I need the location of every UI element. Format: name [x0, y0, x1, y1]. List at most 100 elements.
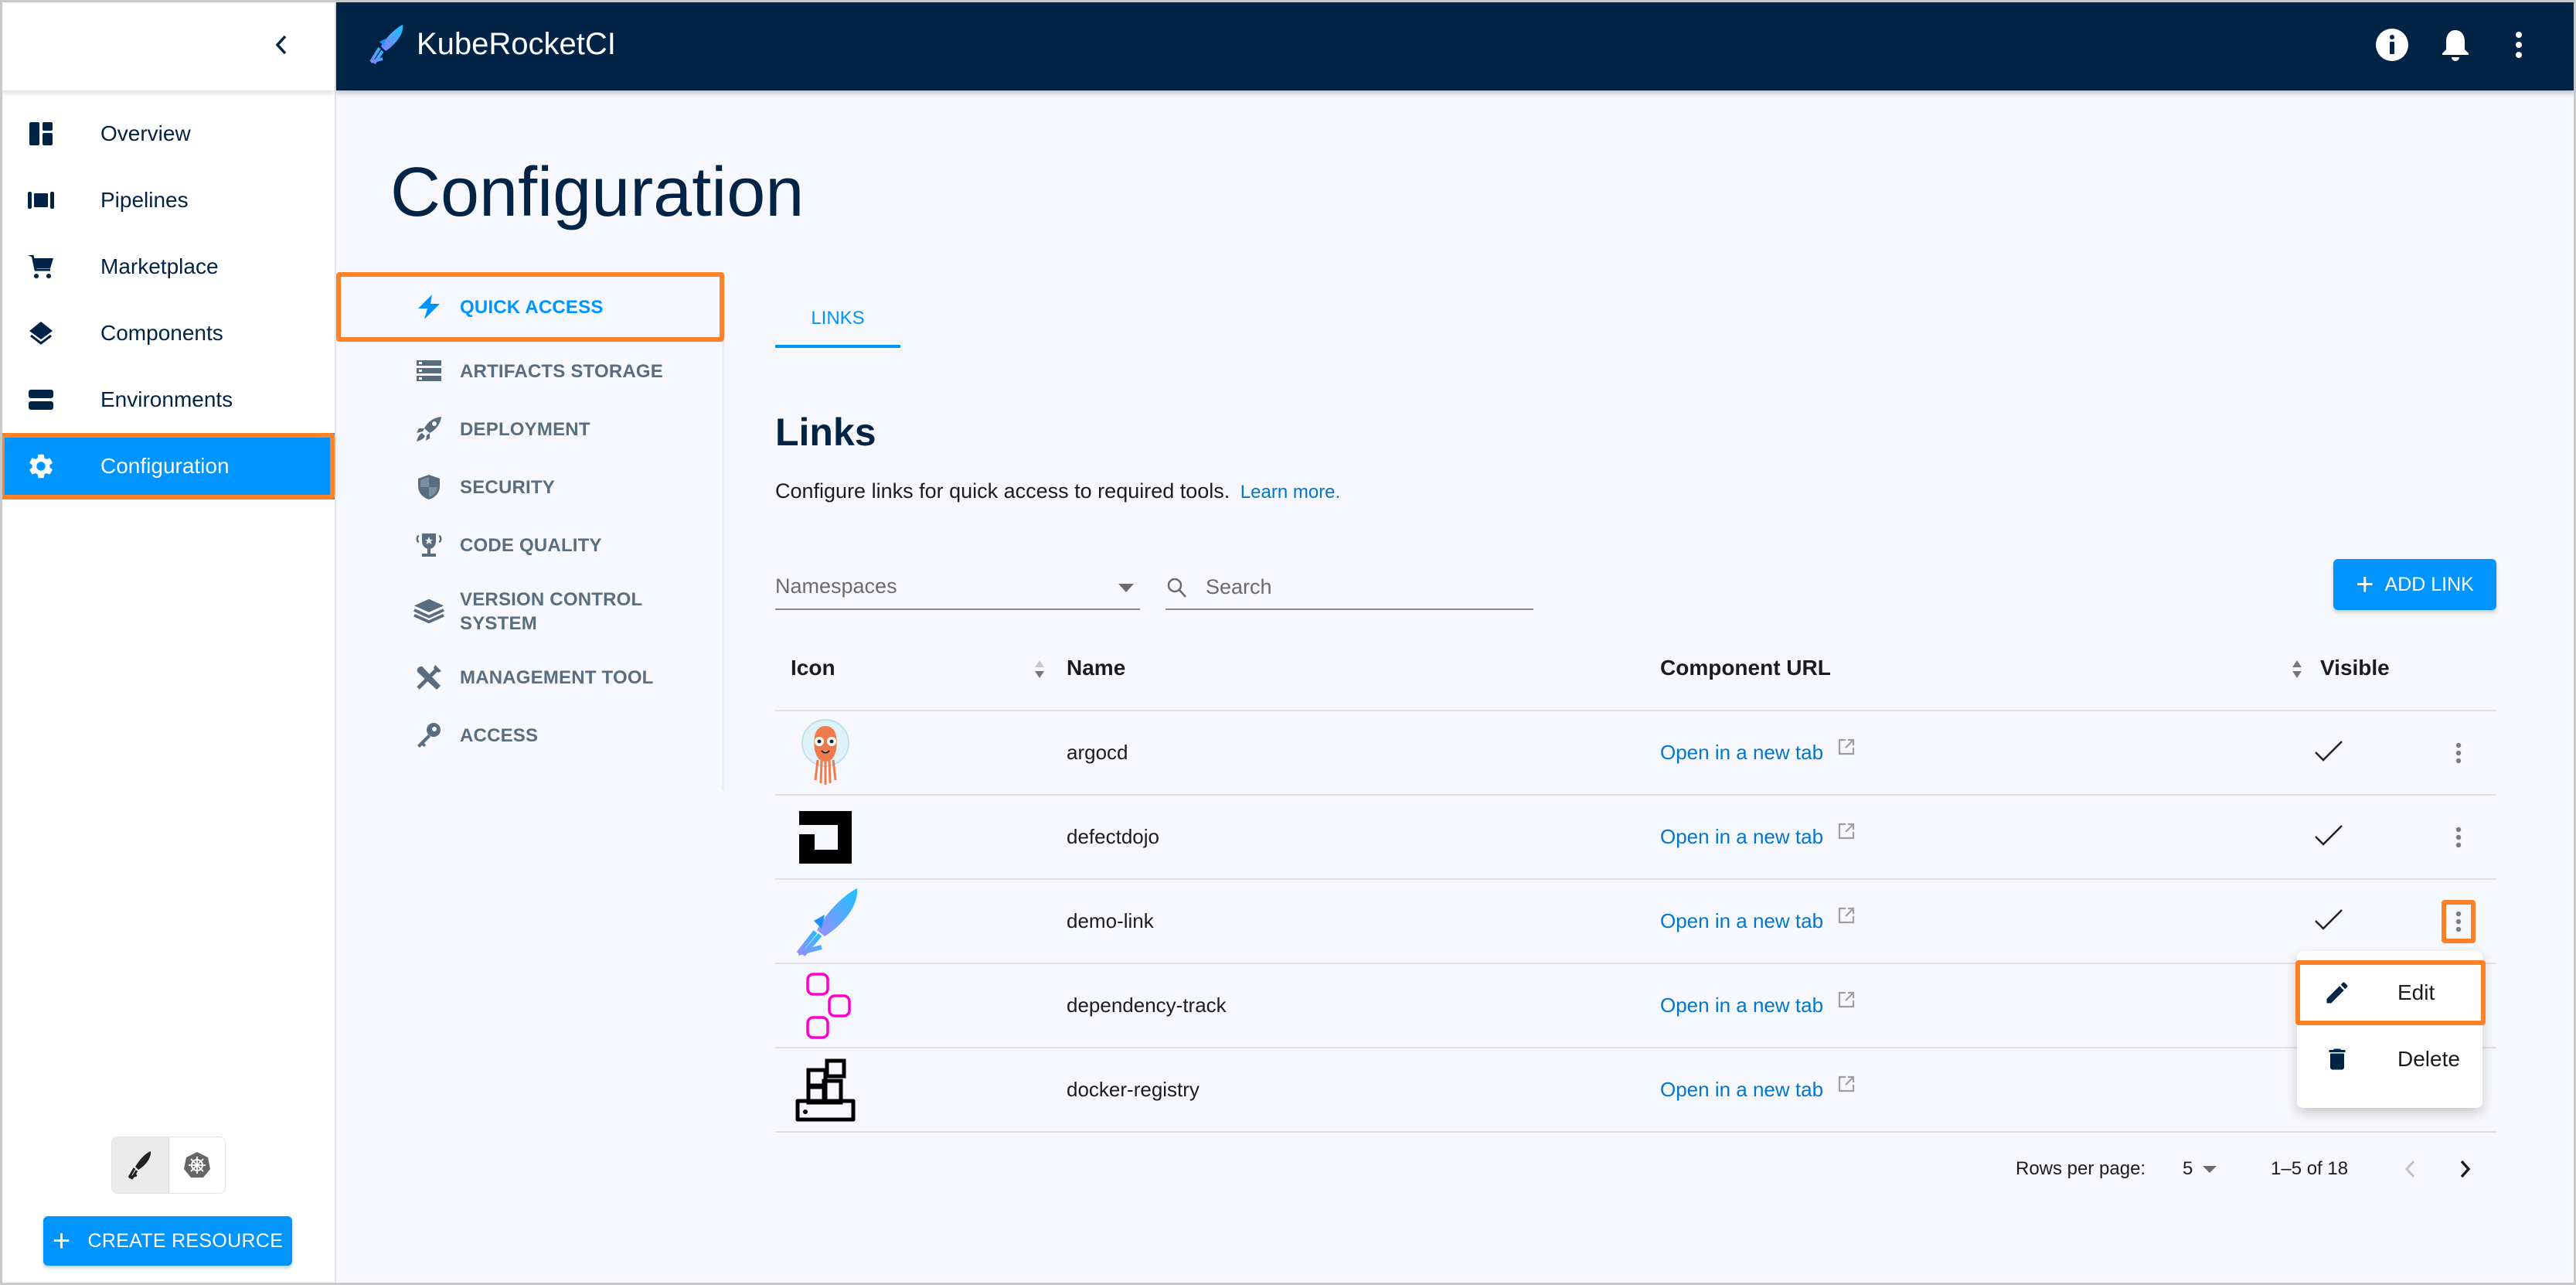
- menu-item-edit[interactable]: Edit: [2295, 960, 2486, 1025]
- config-nav-deployment[interactable]: DEPLOYMENT: [336, 406, 723, 452]
- kubernetes-mode-button[interactable]: [169, 1137, 226, 1193]
- pagination-range: 1–5 of 18: [2271, 1158, 2349, 1179]
- stack-icon: [413, 595, 444, 626]
- config-nav-access[interactable]: ACCESS: [336, 712, 723, 758]
- table-row: docker-registry Open in a new tab: [775, 1048, 2496, 1133]
- open-link[interactable]: Open in a new tab: [1660, 738, 1856, 765]
- info-button[interactable]: [2372, 25, 2412, 65]
- sidebar-item-components[interactable]: Components: [0, 300, 335, 366]
- external-link-icon: [1838, 991, 1855, 1008]
- pagination: Rows per page: 5 1–5 of 18: [2009, 1152, 2496, 1186]
- storage-icon: [413, 356, 444, 387]
- more-vertical-icon: [2455, 742, 2462, 764]
- highlight-box: [2442, 900, 2476, 943]
- create-resource-label: CREATE RESOURCE: [87, 1229, 284, 1252]
- open-link-label: Open in a new tab: [1660, 1078, 1824, 1101]
- sidebar-item-configuration[interactable]: Configuration: [0, 433, 335, 499]
- sidebar-item-overview[interactable]: Overview: [0, 101, 335, 167]
- more-vertical-icon: [2455, 827, 2462, 848]
- table-row: dependency-track Open in a new tab: [775, 964, 2496, 1048]
- open-link[interactable]: Open in a new tab: [1660, 991, 1856, 1017]
- pipelines-icon: [26, 186, 56, 215]
- layers-icon: [26, 319, 56, 348]
- add-link-label: ADD LINK: [2384, 573, 2474, 595]
- dashboard-icon: [26, 119, 56, 148]
- config-nav-code-quality[interactable]: CODE QUALITY: [336, 522, 723, 568]
- config-nav-quick-access[interactable]: QUICK ACCESS: [336, 272, 724, 342]
- more-menu-button[interactable]: [2499, 25, 2539, 65]
- config-nav-artifacts-storage[interactable]: ARTIFACTS STORAGE: [336, 348, 723, 394]
- external-link-icon: [1838, 738, 1855, 755]
- config-nav-label: CODE QUALITY: [460, 534, 602, 556]
- dropdown-arrow-icon[interactable]: [2203, 1166, 2217, 1173]
- open-link-label: Open in a new tab: [1660, 909, 1824, 932]
- links-table: Icon Name Component URL Visible argocd O…: [775, 626, 2496, 1133]
- menu-item-delete[interactable]: Delete: [2297, 1027, 2482, 1092]
- kuberocketci-mode-button[interactable]: [112, 1137, 169, 1193]
- collapse-sidebar-button[interactable]: [266, 29, 297, 60]
- config-nav-label-line: SYSTEM: [460, 613, 537, 634]
- highlight-box: [0, 433, 335, 499]
- open-link-label: Open in a new tab: [1660, 994, 1824, 1017]
- previous-page-button[interactable]: [2394, 1154, 2425, 1184]
- key-icon: [413, 720, 444, 751]
- rocket-launch-icon: [413, 414, 444, 445]
- row-actions-button[interactable]: [2442, 900, 2476, 943]
- sort-icon[interactable]: [1035, 660, 1046, 680]
- table-row: defectdojo Open in a new tab: [775, 796, 2496, 880]
- open-link[interactable]: Open in a new tab: [1660, 1075, 1856, 1102]
- app-title: KubeRocketCI: [417, 26, 616, 61]
- menu-item-label: Delete: [2397, 1047, 2460, 1071]
- sidebar-item-marketplace[interactable]: Marketplace: [0, 233, 335, 300]
- open-link[interactable]: Open in a new tab: [1660, 823, 1856, 849]
- config-nav-label: QUICK ACCESS: [460, 296, 604, 318]
- page-title: Configuration: [390, 154, 805, 231]
- dropdown-arrow-icon: [1118, 584, 1134, 592]
- next-page-button[interactable]: [2450, 1154, 2481, 1184]
- column-header-component-url[interactable]: Component URL: [1660, 656, 1831, 680]
- search-input[interactable]: [1206, 571, 1515, 602]
- learn-more-link[interactable]: Learn more.: [1240, 482, 1340, 503]
- sort-icon[interactable]: [2292, 660, 2303, 680]
- config-nav-security[interactable]: SECURITY: [336, 464, 723, 510]
- row-actions-button[interactable]: [2442, 816, 2476, 859]
- external-link-icon: [1838, 823, 1855, 840]
- config-nav-label: MANAGEMENT TOOL: [460, 666, 654, 688]
- notifications-button[interactable]: [2435, 25, 2476, 65]
- column-header-name[interactable]: Name: [1067, 656, 1125, 680]
- pencil-icon: [2322, 977, 2353, 1008]
- rows-per-page-select[interactable]: 5: [2183, 1158, 2193, 1180]
- rows-per-page-label: Rows per page:: [2016, 1158, 2146, 1179]
- tab-links[interactable]: LINKS: [775, 288, 900, 349]
- table-header: Icon Name Component URL Visible: [775, 626, 2496, 711]
- plus-icon: +: [52, 1224, 71, 1258]
- tab-indicator: [775, 345, 900, 348]
- argocd-logo-icon: [791, 719, 860, 787]
- column-header-visible[interactable]: Visible: [2320, 656, 2390, 680]
- cart-icon: [26, 252, 56, 281]
- more-vertical-icon: [2516, 32, 2522, 58]
- table-row: demo-link Open in a new tab: [775, 880, 2496, 964]
- top-bar: KubeRocketCI: [336, 0, 2576, 90]
- create-resource-button[interactable]: + CREATE RESOURCE: [43, 1216, 292, 1266]
- docker-registry-logo-icon: [791, 1056, 860, 1124]
- search-icon: [1167, 578, 1186, 598]
- add-link-button[interactable]: + ADD LINK: [2333, 559, 2496, 610]
- open-link-label: Open in a new tab: [1660, 741, 1824, 764]
- config-nav-management-tool[interactable]: MANAGEMENT TOOL: [336, 654, 723, 700]
- sidebar-item-pipelines[interactable]: Pipelines: [0, 167, 335, 233]
- config-nav-label: SECURITY: [460, 476, 555, 498]
- table-row: argocd Open in a new tab: [775, 711, 2496, 796]
- config-nav-version-control-system[interactable]: VERSION CONTROL SYSTEM: [336, 580, 723, 642]
- visible-check-icon: [2315, 825, 2343, 846]
- sidebar-item-environments[interactable]: Environments: [0, 366, 335, 433]
- row-actions-button[interactable]: [2442, 731, 2476, 775]
- environments-icon: [26, 385, 56, 414]
- section-description: Configure links for quick access to requ…: [775, 479, 1340, 503]
- top-actions: [2349, 25, 2539, 65]
- trash-icon: [2322, 1044, 2353, 1075]
- namespaces-select[interactable]: Namespaces: [775, 568, 1140, 610]
- brand[interactable]: KubeRocketCI: [367, 23, 616, 65]
- column-header-icon[interactable]: Icon: [791, 656, 835, 680]
- open-link[interactable]: Open in a new tab: [1660, 907, 1856, 933]
